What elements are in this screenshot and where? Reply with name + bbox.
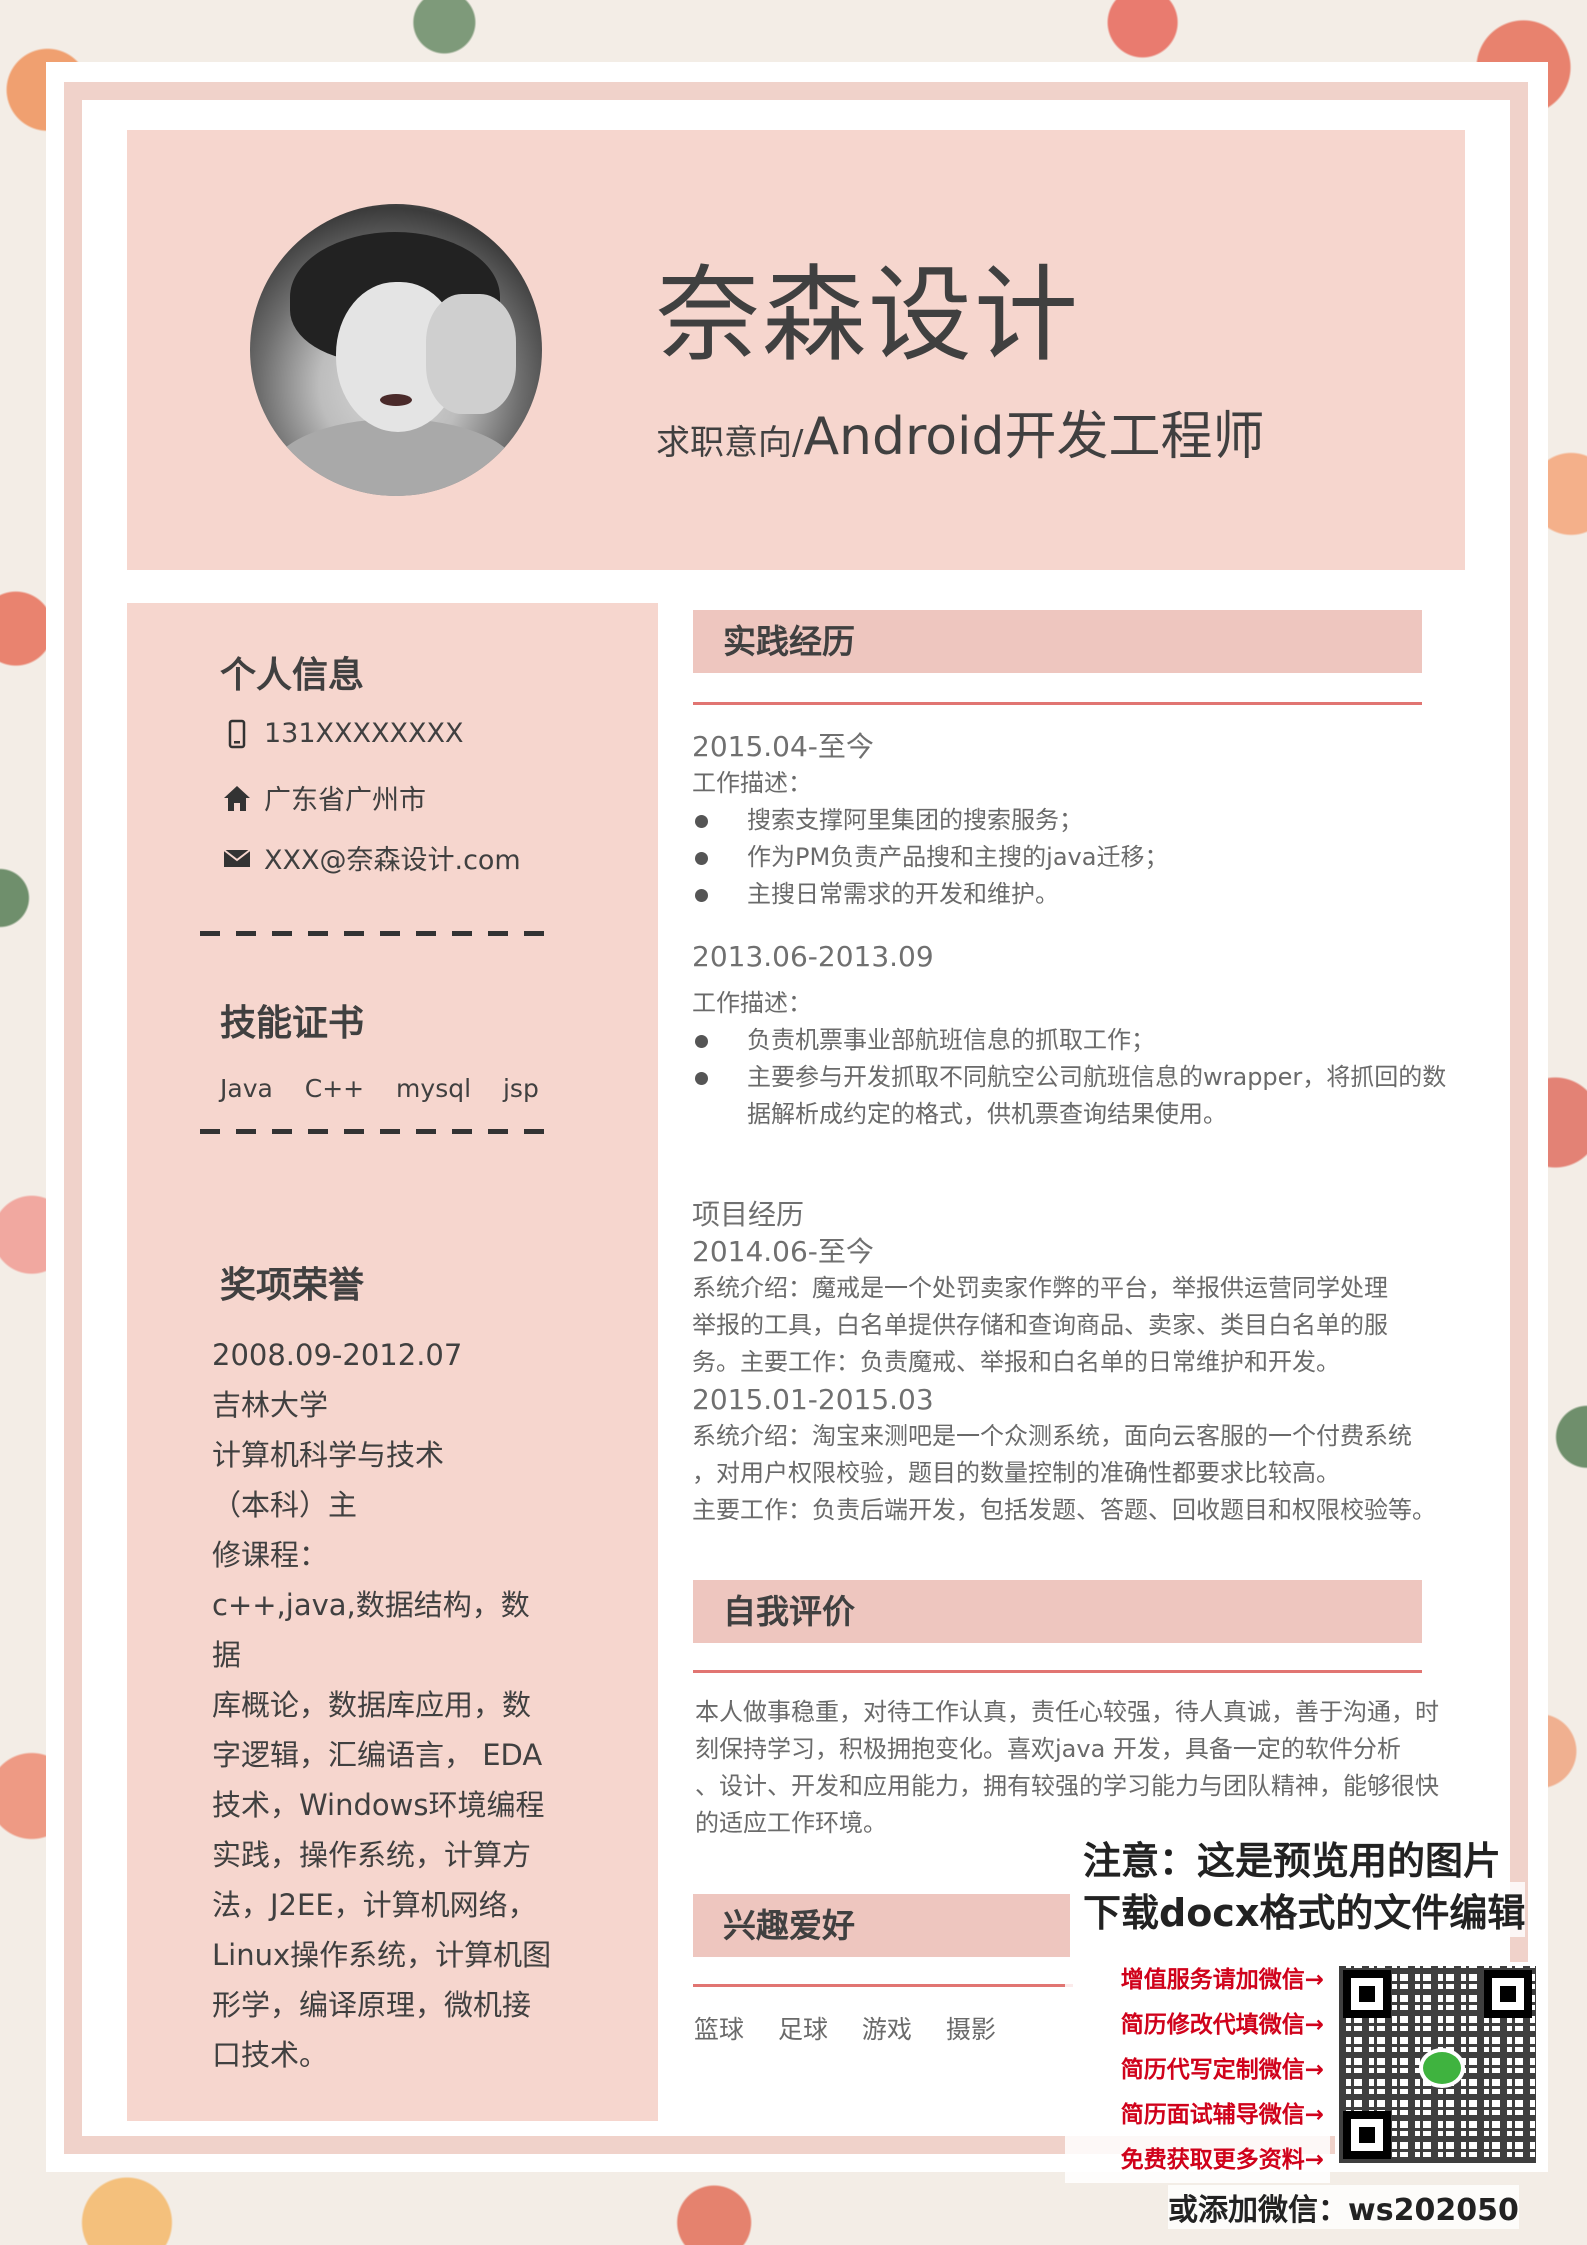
project1-line: 务。主要工作：负责魔戒、举报和白名单的日常维护和开发。 (692, 1348, 1340, 1376)
job2-item-continued: 据解析成约定的格式，供机票查询结果使用。 (747, 1100, 1227, 1128)
promo-service-item: 简历代写定制微信→ (1120, 2057, 1324, 2083)
awards-line: 形学，编译原理，微机接 (212, 1988, 532, 2022)
phone-number: 131XXXXXXXX (264, 718, 464, 749)
awards-line: 计算机科学与技术 (212, 1438, 445, 1472)
self-eval-line: 本人做事稳重，对待工作认真，责任心较强，待人真诚，善于沟通，时 (695, 1698, 1439, 1726)
section-rule-self-eval (693, 1670, 1422, 1673)
promo-service-item: 简历面试辅导微信→ (1120, 2102, 1324, 2128)
address-text: 广东省广州市 (264, 785, 426, 816)
awards-line: 法，J2EE，计算机网络， (212, 1888, 537, 1922)
candidate-name: 奈森设计 (656, 254, 1081, 376)
awards-line: Linux操作系统，计算机图 (212, 1938, 552, 1972)
job2-desc-label: 工作描述： (692, 989, 812, 1017)
phone-row: 131XXXXXXXX (222, 718, 464, 749)
project-block: 项目经历 2014.06-至今 系统介绍：魔戒是一个处罚卖家作弊的平台，举报供运… (692, 1196, 1436, 1529)
self-eval-line: 、设计、开发和应用能力，拥有较强的学习能力与团队精神，能够很快 (695, 1772, 1439, 1800)
promo-service-item: 免费获取更多资料→ (1120, 2147, 1324, 2173)
awards-line: 口技术。 (212, 2038, 329, 2072)
promo-service-item: 增值服务请加微信→ (1120, 1967, 1324, 1993)
email-row: XXX@奈森设计.com (222, 838, 521, 877)
awards-line: 技术，Windows环境编程 (212, 1788, 545, 1822)
home-icon (222, 783, 252, 813)
watermark-footer: 或添加微信：ws202050 (1168, 2185, 1519, 2229)
awards-content: 2008.09-2012.07 吉林大学 计算机科学与技术 （本科）主 修课程：… (212, 1330, 552, 2080)
job1-desc-label: 工作描述： (692, 769, 812, 797)
self-eval-line: 刻保持学习，积极拥抱变化。喜欢java 开发，具备一定的软件分析 (695, 1735, 1401, 1763)
job2-date: 2013.06-2013.09 (692, 940, 934, 973)
awards-line: 2008.09-2012.07 (212, 1338, 463, 1372)
job2-item: 负责机票事业部航班信息的抓取工作； (692, 1022, 1446, 1059)
awards-line: 库概论，数据库应用，数 (212, 1688, 532, 1722)
awards-line: 吉林大学 (212, 1388, 329, 1422)
section-rule-practice (693, 702, 1422, 705)
job1-date: 2015.04-至今 (692, 730, 874, 763)
watermark-notice-1: 注意：这是预览用的图片 (1083, 1830, 1502, 1885)
job1-item: 搜索支撑阿里集团的搜索服务； (692, 802, 1168, 839)
divider-dashed-1 (200, 931, 558, 936)
divider-dashed-2 (200, 1129, 558, 1134)
project-heading: 项目经历 (692, 1198, 805, 1231)
section-rule-hobbies (693, 1984, 1073, 1987)
hobbies-list: 篮球 足球 游戏 摄影 (694, 2015, 996, 2044)
section-title-awards: 奖项荣誉 (220, 1265, 365, 1306)
phone-icon (222, 719, 252, 749)
job1-item: 主搜日常需求的开发和维护。 (692, 876, 1168, 913)
section-title-skills: 技能证书 (220, 1003, 365, 1044)
awards-line: 字逻辑，汇编语言， EDA (212, 1738, 543, 1772)
job1-block: 2015.04-至今 工作描述： 搜索支撑阿里集团的搜索服务； 作为PM负责产品… (692, 728, 1168, 913)
project2-date: 2015.01-2015.03 (692, 1383, 934, 1416)
project2-line: 系统介绍：淘宝来测吧是一个众测系统，面向云客服的一个付费系统 (692, 1422, 1412, 1450)
qr-code[interactable] (1335, 1962, 1540, 2167)
address-row: 广东省广州市 (222, 778, 426, 817)
section-title-hobbies: 兴趣爱好 (693, 1894, 1070, 1957)
section-title-practice: 实践经历 (693, 610, 1422, 673)
awards-line: 实践，操作系统，计算方 (212, 1838, 532, 1872)
project2-line: 主要工作：负责后端开发，包括发题、答题、回收题目和权限校验等。 (692, 1496, 1436, 1524)
objective-label: 求职意向/ (656, 423, 804, 463)
section-title-personal: 个人信息 (220, 655, 365, 696)
project1-date: 2014.06-至今 (692, 1235, 874, 1268)
self-eval-content: 本人做事稳重，对待工作认真，责任心较强，待人真诚，善于沟通，时 刻保持学习，积极… (695, 1694, 1439, 1842)
objective-value: Android开发工程师 (803, 407, 1265, 467)
awards-line: c++,java,数据结构，数据 (212, 1588, 530, 1672)
project1-line: 系统介绍：魔戒是一个处罚卖家作弊的平台，举报供运营同学处理 (692, 1274, 1388, 1302)
job1-item: 作为PM负责产品搜和主搜的java迁移； (692, 839, 1168, 876)
job-objective: 求职意向/Android开发工程师 (656, 394, 1265, 469)
promo-service-item: 简历修改代填微信→ (1120, 2012, 1324, 2038)
skills-list: Java C++ mysql jsp (220, 1074, 539, 1103)
awards-line: （本科）主 (212, 1488, 358, 1522)
section-title-self-eval: 自我评价 (693, 1580, 1422, 1643)
promo-services: 增值服务请加微信→ 简历修改代填微信→ 简历代写定制微信→ 简历面试辅导微信→ … (1065, 1958, 1330, 2183)
awards-line: 修课程： (212, 1538, 329, 1572)
job2-block: 2013.06-2013.09 工作描述： 负责机票事业部航班信息的抓取工作； … (692, 938, 1446, 1133)
profile-photo (250, 204, 542, 496)
mail-icon (222, 843, 252, 873)
watermark-notice-2: 下载docx格式的文件编辑 (1083, 1882, 1526, 1937)
project2-line: ，对用户权限校验，题目的数量控制的准确性都要求比较高。 (692, 1459, 1340, 1487)
email-text: XXX@奈森设计.com (264, 845, 521, 876)
wechat-icon (1419, 2048, 1465, 2088)
project1-line: 举报的工具，白名单提供存储和查询商品、卖家、类目白名单的服 (692, 1311, 1388, 1339)
job2-item: 主要参与开发抓取不同航空公司航班信息的wrapper，将抓回的数 (692, 1059, 1446, 1096)
